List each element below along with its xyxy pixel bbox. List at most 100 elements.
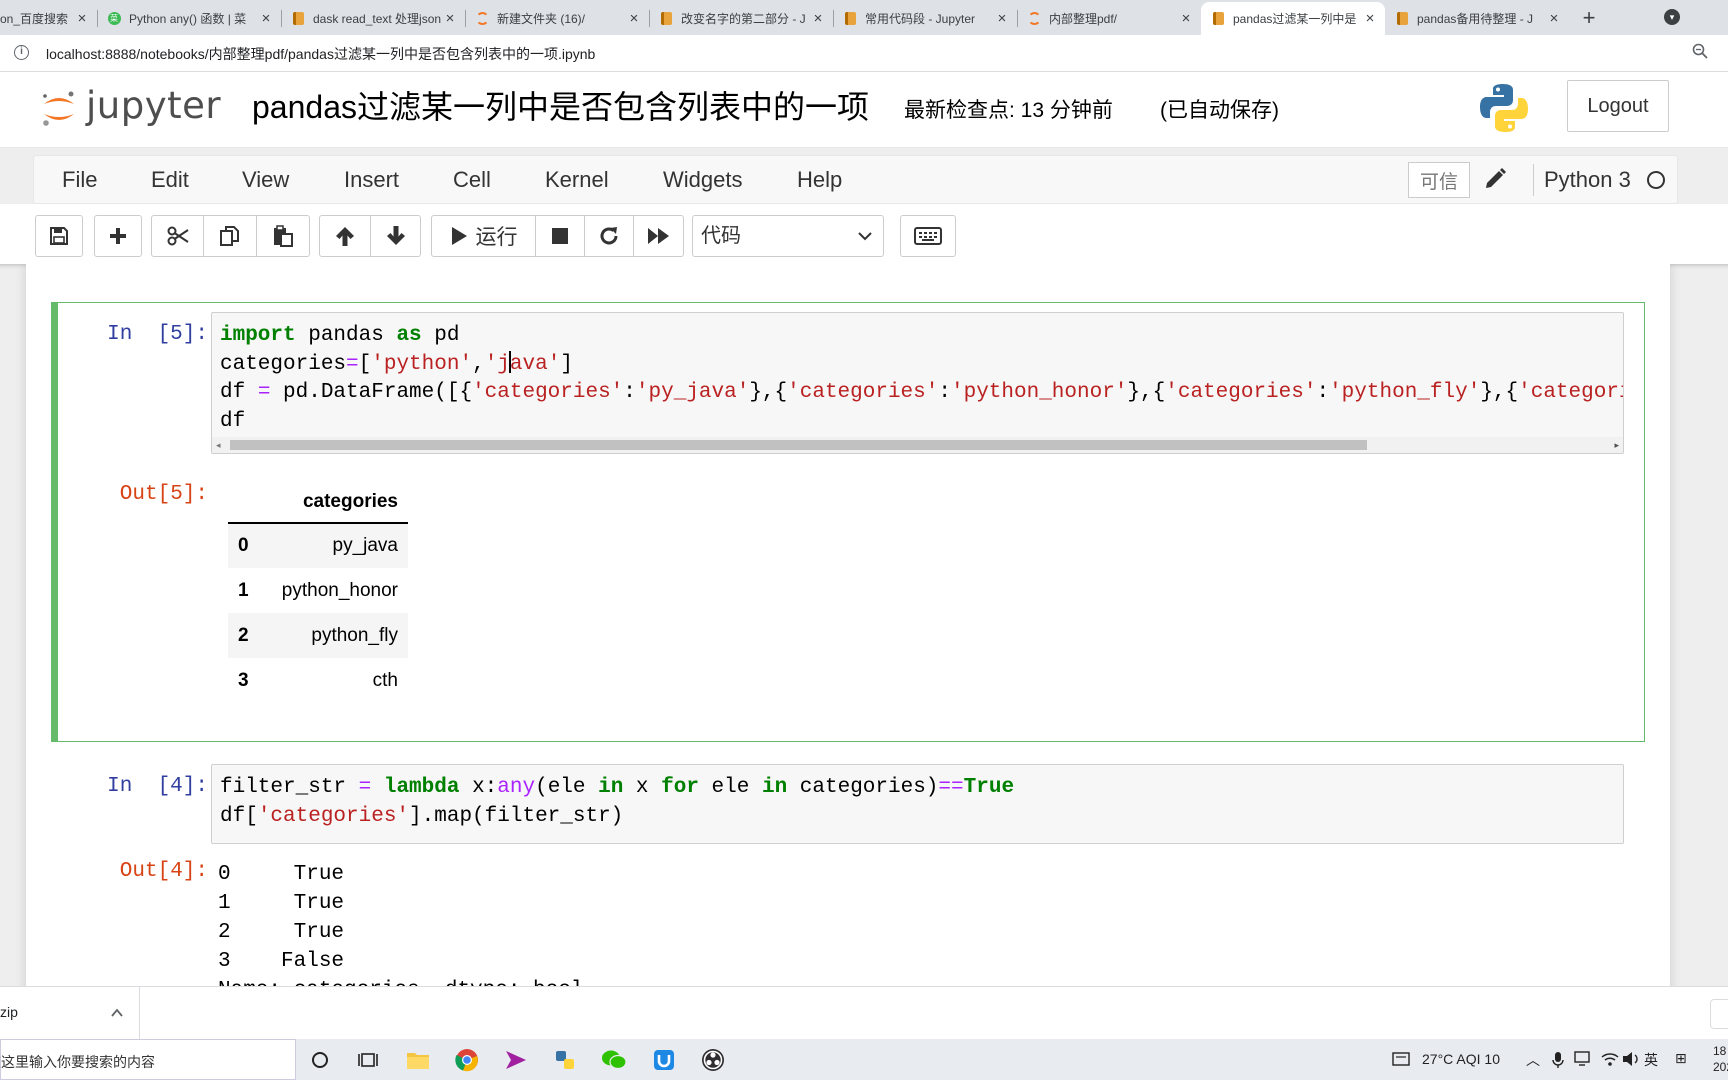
wifi-icon[interactable] <box>1601 1051 1619 1067</box>
browser-tab-5[interactable]: 改变名字的第二部分 - J × <box>649 2 833 35</box>
menu-file[interactable]: File <box>62 156 97 205</box>
horizontal-scrollbar[interactable]: ◂ ▸ <box>212 437 1623 453</box>
browser-tab-9[interactable]: pandas备用待整理 - J × <box>1385 2 1569 35</box>
scroll-left-icon[interactable]: ◂ <box>216 440 221 451</box>
task-view-icon[interactable] <box>355 1047 381 1073</box>
tab-close-icon[interactable]: × <box>75 10 89 27</box>
jupyter-logo-text: jupyter <box>86 84 222 127</box>
command-palette-button[interactable] <box>900 215 956 257</box>
browser-tab-1[interactable]: on_百度搜索 × <box>0 2 97 35</box>
menu-insert[interactable]: Insert <box>344 156 399 205</box>
cell-type-select[interactable]: 代码 <box>692 215 884 257</box>
kernel-name[interactable]: Python 3 <box>1544 156 1631 205</box>
insert-cell-button[interactable] <box>94 215 142 257</box>
cell-type-value: 代码 <box>701 225 741 247</box>
notebook-scroll-area[interactable]: In [5]: import pandas as pd categories=[… <box>0 264 1728 986</box>
tab-close-icon[interactable]: × <box>1363 10 1377 27</box>
obs-icon[interactable] <box>700 1047 726 1073</box>
cortana-icon[interactable] <box>307 1047 333 1073</box>
scissors-icon <box>167 226 189 246</box>
url-field[interactable]: localhost:8888/notebooks/内部整理pdf/pandas过… <box>46 44 595 64</box>
show-all-downloads-button[interactable] <box>1710 999 1728 1029</box>
move-up-button[interactable] <box>319 215 371 257</box>
logout-button[interactable]: Logout <box>1567 80 1669 132</box>
browser-tab-3[interactable]: dask read_text 处理json × <box>281 2 465 35</box>
tab-close-icon[interactable]: × <box>811 10 825 27</box>
download-filename: zip <box>0 1004 18 1020</box>
autosave-status: (已自动保存) <box>1160 99 1279 122</box>
save-icon <box>50 227 68 245</box>
menu-edit[interactable]: Edit <box>151 156 189 205</box>
microphone-icon[interactable] <box>1552 1051 1564 1069</box>
table-row: 0 py_java <box>228 523 408 568</box>
weather-status[interactable]: 27°C AQI 10 <box>1422 1051 1500 1067</box>
trusted-badge[interactable]: 可信 <box>1408 162 1470 198</box>
paste-button[interactable] <box>257 215 310 257</box>
code-cell-selected[interactable]: In [5]: import pandas as pd categories=[… <box>51 302 1645 742</box>
menu-view[interactable]: View <box>242 156 289 205</box>
interrupt-button[interactable] <box>536 215 585 257</box>
download-item[interactable]: zip <box>0 987 140 1040</box>
input-method-indicator[interactable]: 英 <box>1644 1050 1658 1070</box>
tab-label: dask read_text 处理json <box>313 12 442 26</box>
feishu-icon[interactable] <box>503 1047 529 1073</box>
restart-button[interactable] <box>585 215 634 257</box>
tab-close-icon[interactable]: × <box>443 10 457 27</box>
code-cell[interactable]: In [4]: filter_str = lambda x:any(ele in… <box>51 754 1645 986</box>
menu-help[interactable]: Help <box>797 156 842 205</box>
file-explorer-icon[interactable] <box>405 1047 431 1073</box>
run-button[interactable]: 运行 <box>431 215 536 257</box>
network-icon[interactable] <box>1574 1051 1592 1067</box>
tab-search-icon[interactable]: ▾ <box>1664 9 1680 25</box>
tab-close-icon[interactable]: × <box>259 10 273 27</box>
show-hidden-icons[interactable]: ︿ <box>1526 1050 1540 1070</box>
new-tab-button[interactable]: + <box>1569 2 1609 35</box>
restart-run-all-button[interactable] <box>634 215 684 257</box>
python-app-icon[interactable] <box>552 1047 578 1073</box>
tab-close-icon[interactable]: × <box>627 10 641 27</box>
scrollbar-thumb[interactable] <box>230 440 1367 450</box>
menu-widgets[interactable]: Widgets <box>663 156 742 205</box>
browser-tab-6[interactable]: 常用代码段 - Jupyter × <box>833 2 1017 35</box>
copy-button[interactable] <box>204 215 257 257</box>
weather-icon[interactable] <box>1392 1052 1410 1066</box>
chrome-icon[interactable] <box>454 1047 480 1073</box>
code-text[interactable]: filter_str = lambda x:any(ele in x for e… <box>212 765 1623 831</box>
scroll-right-icon[interactable]: ▸ <box>1614 440 1619 451</box>
save-button[interactable] <box>35 215 83 257</box>
cut-button[interactable] <box>151 215 204 257</box>
tab-close-icon[interactable]: × <box>1547 10 1561 27</box>
wechat-icon[interactable] <box>601 1047 627 1073</box>
browser-tab-7[interactable]: 内部整理pdf/ × <box>1017 2 1201 35</box>
row-index: 2 <box>238 624 249 646</box>
ime-mode-icon[interactable]: ⊞ <box>1675 1050 1687 1067</box>
code-editor[interactable]: filter_str = lambda x:any(ele in x for e… <box>211 764 1624 844</box>
output-line: 3 False <box>218 950 345 973</box>
fast-forward-icon <box>647 228 669 244</box>
pencil-icon[interactable] <box>1482 166 1508 192</box>
table-row: 2 python_fly <box>228 613 408 658</box>
volume-icon[interactable] <box>1622 1051 1640 1067</box>
menu-kernel[interactable]: Kernel <box>545 156 609 205</box>
tab-close-icon[interactable]: × <box>995 10 1009 27</box>
site-info-icon[interactable]: i <box>14 45 29 60</box>
browser-tab-2[interactable]: 菜 Python any() 函数 | 菜 × <box>97 2 281 35</box>
windows-search-box[interactable]: 在这里输入你要搜索的内容 <box>0 1039 296 1080</box>
move-down-button[interactable] <box>371 215 421 257</box>
tool-app-icon[interactable] <box>651 1047 677 1073</box>
chevron-up-icon[interactable] <box>110 1006 124 1020</box>
output-series: 0 True 1 True 2 True 3 False Name: categorie… <box>218 860 583 986</box>
tab-close-icon[interactable]: × <box>1179 10 1193 27</box>
jupyter-logo[interactable]: jupyter <box>40 80 235 136</box>
jupyter-header: jupyter pandas过滤某一列中是否包含列表中的一项 最新检查点: 13… <box>0 72 1728 148</box>
menu-cell[interactable]: Cell <box>453 156 491 205</box>
table-header-row: categories <box>228 481 408 524</box>
browser-tab-8-active[interactable]: pandas过滤某一列中是 × <box>1201 2 1385 35</box>
notebook-icon <box>843 12 857 26</box>
notebook-title[interactable]: pandas过滤某一列中是否包含列表中的一项 <box>252 82 869 128</box>
zoom-icon[interactable] <box>1692 43 1708 64</box>
browser-tab-4[interactable]: 新建文件夹 (16)/ × <box>465 2 649 35</box>
code-editor[interactable]: import pandas as pd categories=['python'… <box>211 312 1624 454</box>
clock[interactable]: 18 202 <box>1713 1043 1728 1075</box>
code-text[interactable]: import pandas as pd categories=['python'… <box>212 313 1623 437</box>
